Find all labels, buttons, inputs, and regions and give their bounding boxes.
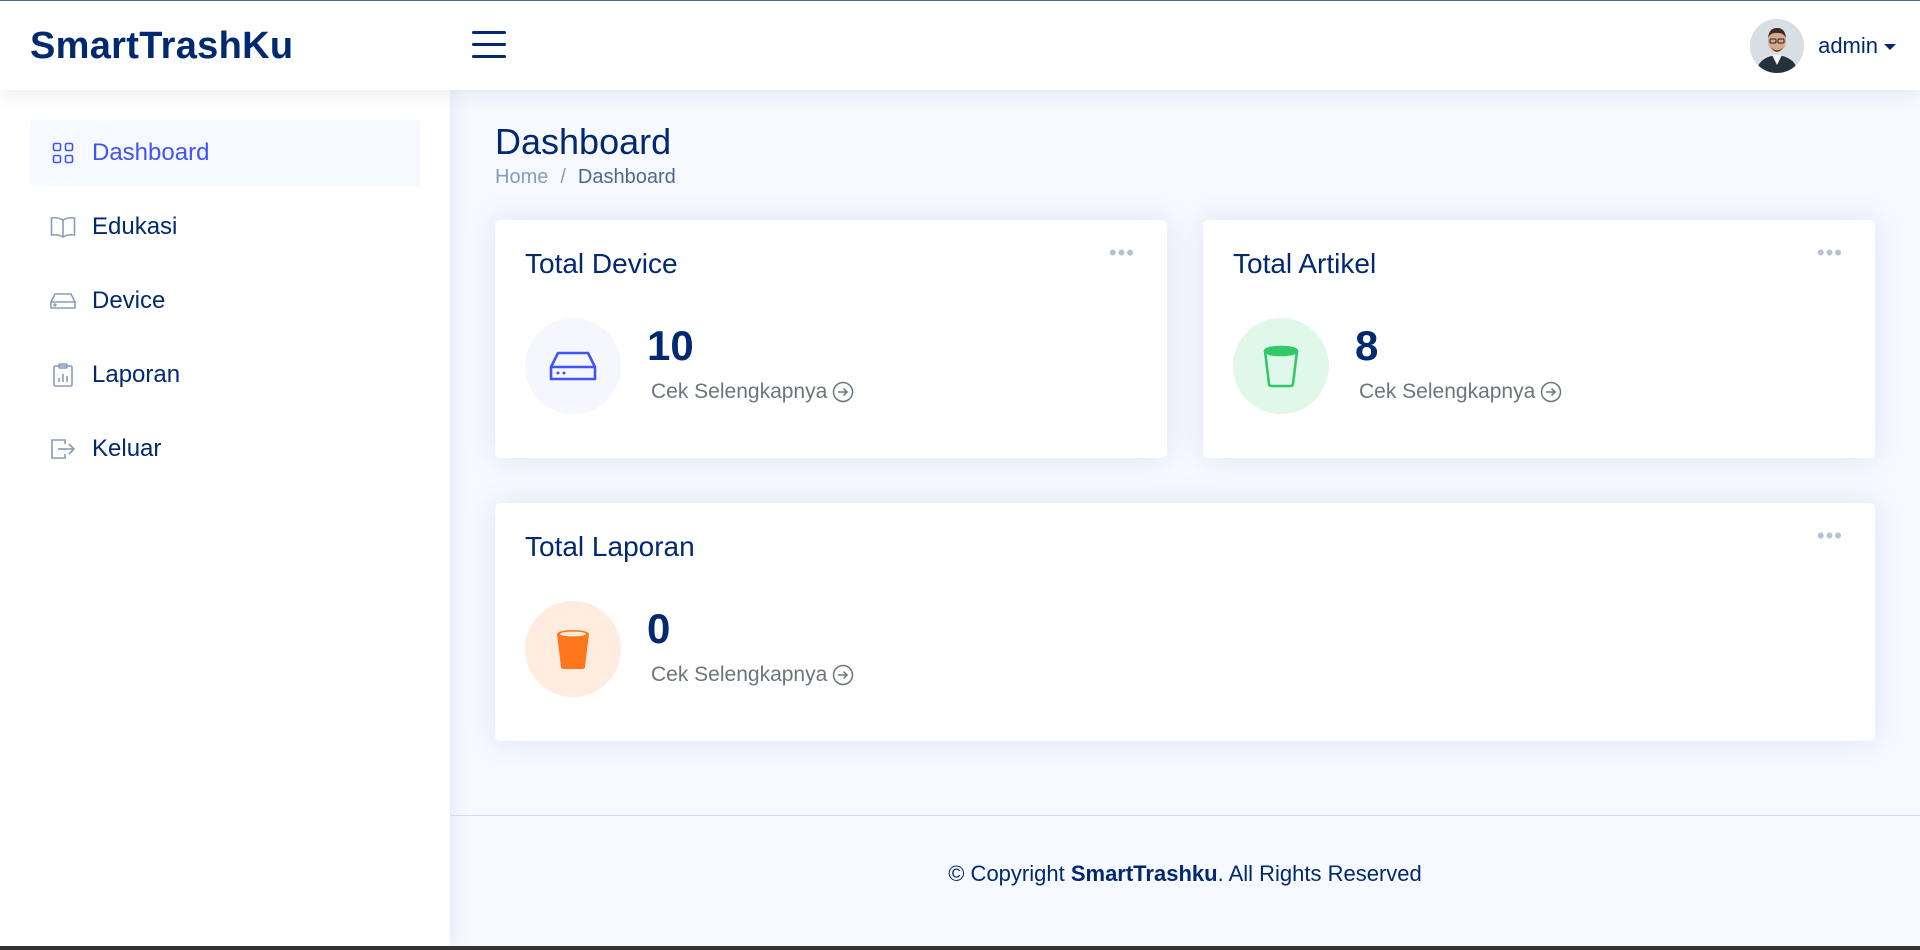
trash-bin-filled-icon [557, 630, 589, 669]
sidebar-item-label: Dashboard [92, 139, 210, 166]
sidebar-item-edukasi[interactable]: Edukasi [30, 194, 420, 260]
see-more-link[interactable]: Cek Selengkapnya [651, 380, 854, 404]
card-title: Total Laporan [525, 531, 695, 562]
user-profile-dropdown[interactable]: admin [1750, 18, 1896, 74]
hamburger-menu-icon[interactable] [472, 31, 506, 59]
chevron-down-icon [1884, 44, 1896, 50]
arrow-right-circle-icon [1541, 381, 1562, 403]
see-more-link[interactable]: Cek Selengkapnya [651, 663, 854, 687]
window-bottom-edge [0, 946, 1920, 950]
hdd-icon [549, 351, 597, 381]
clipboard-data-icon [50, 362, 76, 388]
breadcrumb-current: Dashboard [577, 166, 676, 188]
card-icon-wrapper [525, 318, 621, 414]
user-name: admin [1818, 33, 1878, 58]
card-icon-wrapper [525, 601, 621, 697]
grid-icon [50, 140, 76, 166]
breadcrumb-home[interactable]: Home [495, 166, 548, 189]
trash-bin-icon [1263, 345, 1299, 388]
device-count: 10 [647, 322, 694, 369]
breadcrumb-separator: / [560, 166, 566, 188]
sidebar: Dashboard Edukasi Device Laporan Keluar [0, 90, 450, 950]
hdd-icon [50, 288, 76, 314]
sidebar-item-keluar[interactable]: Keluar [30, 416, 420, 482]
copyright-text: © Copyright SmartTrashku. All Rights Res… [450, 861, 1920, 887]
more-options-icon[interactable]: ••• [1109, 242, 1135, 264]
page-title: Dashboard [495, 121, 672, 162]
sidebar-item-laporan[interactable]: Laporan [30, 342, 420, 408]
laporan-card: Total Laporan ••• 0 Cek Selengkapnya [495, 503, 1875, 741]
box-arrow-right-icon [50, 436, 76, 462]
top-header: SmartTrashKu admin [0, 1, 1920, 90]
sidebar-item-label: Keluar [92, 435, 162, 462]
card-icon-wrapper [1233, 318, 1329, 414]
device-card: Total Device ••• 10 Cek Selengkapnya [495, 220, 1167, 458]
link-label: Cek Selengkapnya [1359, 380, 1536, 403]
card-title: Total Artikel [1233, 248, 1377, 279]
main-content: Dashboard Home / Dashboard Total Device … [450, 90, 1920, 950]
sidebar-item-label: Laporan [92, 361, 181, 388]
app-logo[interactable]: SmartTrashKu [30, 25, 293, 68]
laporan-count: 0 [647, 605, 671, 652]
artikel-card: Total Artikel ••• 8 Cek Selengkapnya [1203, 220, 1875, 458]
footer: © Copyright SmartTrashku. All Rights Res… [450, 815, 1920, 950]
sidebar-item-label: Device [92, 287, 166, 314]
sidebar-item-dashboard[interactable]: Dashboard [30, 120, 420, 186]
avatar [1750, 19, 1805, 73]
artikel-count: 8 [1355, 322, 1379, 369]
see-more-link[interactable]: Cek Selengkapnya [1359, 380, 1562, 404]
top-border [0, 0, 1920, 1]
card-title: Total Device [525, 248, 678, 279]
more-options-icon[interactable]: ••• [1817, 242, 1843, 264]
breadcrumb: Home / Dashboard [495, 166, 676, 189]
arrow-right-circle-icon [833, 664, 854, 686]
copyright-brand: SmartTrashku [1070, 861, 1218, 886]
link-label: Cek Selengkapnya [651, 380, 828, 403]
book-icon [50, 214, 76, 240]
copyright-suffix: . All Rights Reserved [1217, 861, 1422, 886]
link-label: Cek Selengkapnya [651, 663, 828, 686]
copyright-prefix: © Copyright [948, 861, 1071, 886]
sidebar-item-device[interactable]: Device [30, 268, 420, 334]
arrow-right-circle-icon [833, 381, 854, 403]
more-options-icon[interactable]: ••• [1817, 525, 1843, 547]
sidebar-item-label: Edukasi [92, 213, 178, 240]
